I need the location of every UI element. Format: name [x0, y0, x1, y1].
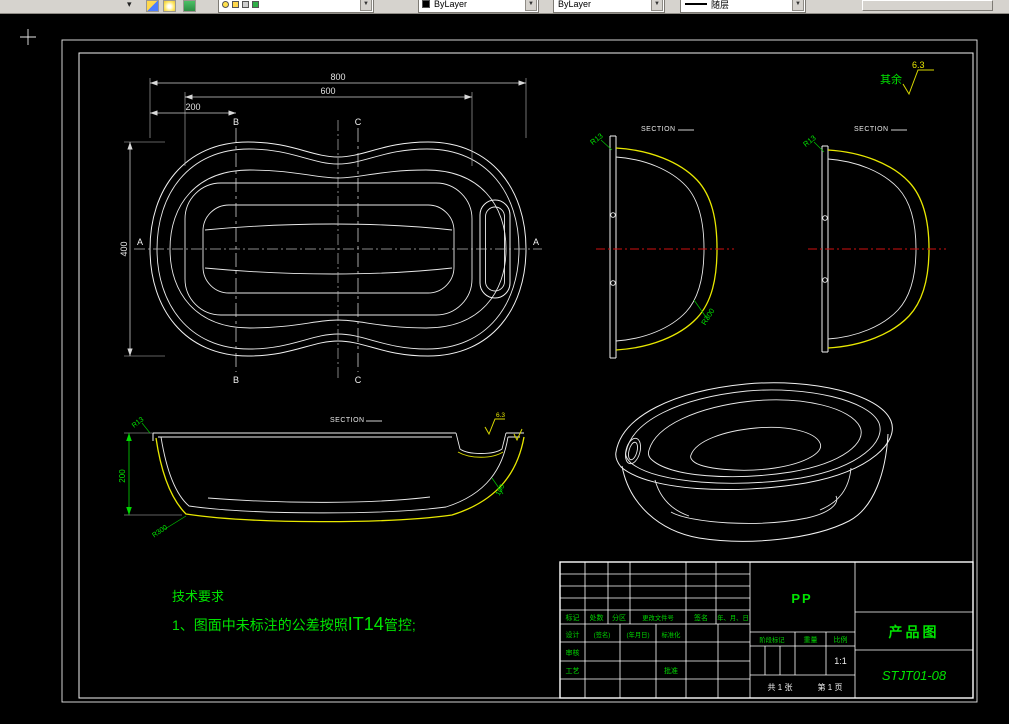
lineweight-combo-value: 随层 — [711, 0, 730, 10]
surplus-label: 其余 — [880, 72, 902, 86]
application-window: ▾ ▼ ByLayer ▼ ByLayer ▼ 随层 ▼ A A B B C C… — [0, 0, 1009, 724]
label-craft: 工艺 — [566, 667, 580, 675]
toolbar-blank-button[interactable] — [862, 0, 993, 11]
sheet-page: 第 1 页 — [818, 682, 843, 692]
section-label: SECTION — [330, 417, 365, 424]
label-date2: (年月日) — [626, 630, 649, 639]
linetype-combo[interactable]: ByLayer ▼ — [553, 0, 665, 13]
label-standardize: 标准化 — [662, 630, 682, 639]
section-marker-c: C — [355, 117, 362, 127]
label-date: 年、月、日 — [717, 613, 748, 622]
drawing-number: STJT01-08 — [882, 668, 947, 683]
label-weight: 重量 — [804, 636, 818, 644]
label-zone: 分区 — [612, 613, 626, 622]
section-label: SECTION — [641, 126, 676, 133]
dim-200: 200 — [185, 102, 200, 112]
label-sign2: (签名) — [594, 630, 611, 639]
label-approve: 批准 — [664, 666, 678, 675]
material-value: PP — [791, 591, 812, 606]
drawing-canvas[interactable]: A A B B C C 800 600 200 400 SECTION R13 … — [0, 13, 1009, 724]
toolbar-overflow-icon[interactable]: ▾ — [127, 0, 132, 10]
section-marker-c: C — [355, 375, 362, 385]
scale-value: 1:1 — [834, 656, 847, 666]
color-swatch — [422, 0, 430, 8]
section-marker-b: B — [233, 117, 239, 127]
label-scale: 比例 — [834, 635, 848, 644]
label-stage: 阶段标记 — [759, 635, 785, 644]
tech-item-1: 1、图面中未标注的公差按照IT14管控; — [172, 614, 416, 634]
chevron-down-icon[interactable]: ▼ — [651, 0, 663, 11]
chevron-down-icon[interactable]: ▼ — [525, 0, 537, 11]
sheet-total: 共 1 张 — [768, 683, 793, 692]
section-marker-a: A — [533, 237, 539, 247]
label-mark: 标记 — [566, 613, 580, 622]
layer-properties-icon[interactable] — [146, 0, 159, 12]
section-label: SECTION — [854, 126, 889, 133]
color-combo[interactable]: ByLayer ▼ — [418, 0, 539, 13]
roughness-value: 6.3 — [496, 412, 505, 419]
layer-thaw-icon — [232, 0, 239, 8]
label-count: 处数 — [590, 613, 604, 622]
section-marker-b: B — [233, 375, 239, 385]
lineweight-sample-icon — [685, 3, 707, 5]
section-marker-a: A — [137, 237, 143, 247]
toolbar: ▾ ▼ ByLayer ▼ ByLayer ▼ 随层 ▼ — [0, 0, 1009, 14]
layer-lock-icon — [242, 0, 249, 8]
roughness-value: 6.3 — [912, 60, 925, 70]
lineweight-combo[interactable]: 随层 ▼ — [680, 0, 806, 13]
model-space-background[interactable] — [0, 13, 1009, 724]
drawing-title: 产品图 — [889, 624, 940, 640]
label-sign: 签名 — [694, 613, 708, 622]
chevron-down-icon[interactable]: ▼ — [792, 0, 804, 11]
label-change-file: 更改文件号 — [642, 613, 673, 622]
label-design: 设计 — [566, 630, 580, 639]
dim-depth-200: 200 — [118, 469, 127, 483]
layer-on-icon — [222, 0, 229, 8]
dim-800: 800 — [330, 72, 345, 82]
chevron-down-icon[interactable]: ▼ — [360, 0, 372, 11]
layer-color-swatch — [252, 0, 259, 8]
layer-combo[interactable]: ▼ — [218, 0, 374, 13]
make-layer-current-icon[interactable] — [183, 0, 196, 12]
dim-400: 400 — [119, 241, 129, 256]
label-review: 审核 — [566, 648, 580, 657]
tech-title: 技术要求 — [172, 589, 224, 604]
layer-states-icon[interactable] — [163, 0, 176, 12]
linetype-combo-value: ByLayer — [558, 0, 592, 9]
color-combo-value: ByLayer — [434, 0, 468, 9]
dim-600: 600 — [320, 86, 335, 96]
